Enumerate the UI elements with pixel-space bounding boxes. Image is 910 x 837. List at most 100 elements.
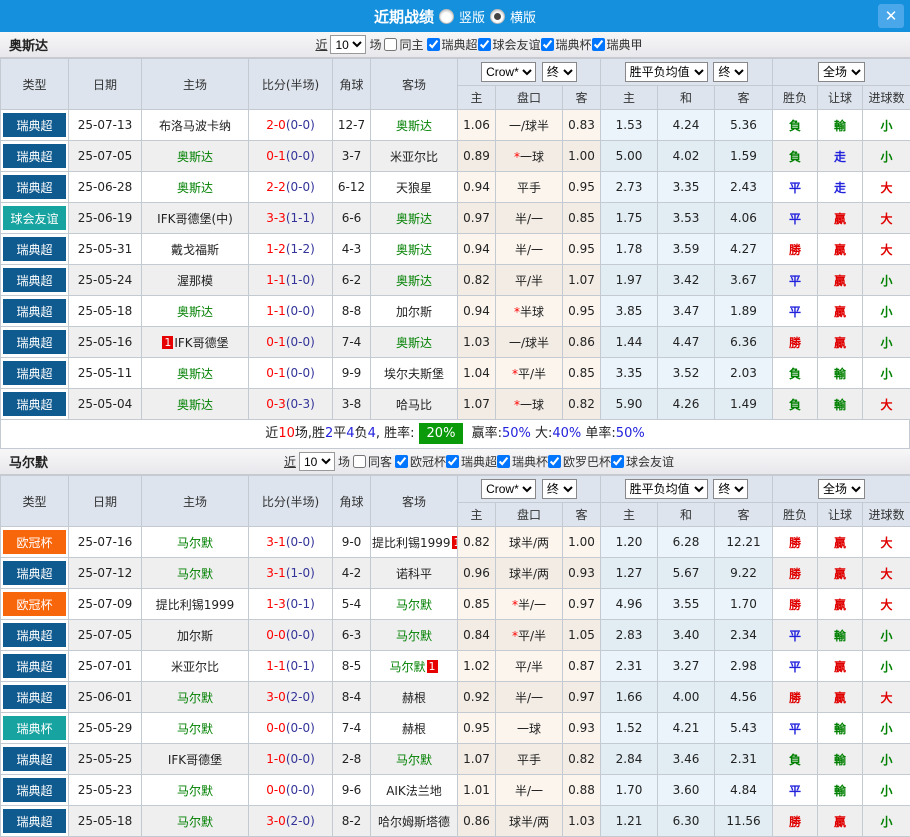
result-cell: 平 <box>773 296 818 327</box>
handicap-label: 一/球半 <box>509 119 549 133</box>
col-corner: 角球 <box>333 59 371 110</box>
mean-draw: 3.53 <box>658 203 715 234</box>
mean-source-select[interactable]: 胜平负均值 <box>625 479 708 499</box>
same-venue-checkbox[interactable] <box>353 455 366 468</box>
home-team-cell: IFK哥德堡(中) <box>142 203 249 234</box>
goals-result-label: 大 <box>881 567 893 581</box>
goals-result-cell: 小 <box>863 296 910 327</box>
halftime-score: (0-0) <box>286 304 315 318</box>
result-label: 平 <box>789 660 801 674</box>
league-checkbox[interactable] <box>592 38 605 51</box>
match-date: 25-07-13 <box>69 110 142 141</box>
odds-source-select[interactable]: Crow* <box>481 479 536 499</box>
league-checkbox[interactable] <box>446 455 459 468</box>
match-row: 瑞典超 25-07-05 奥斯达 0-1(0-0) 3-7 米亚尔比 0.89 … <box>1 141 910 172</box>
mean-time-select[interactable]: 终 <box>713 62 748 82</box>
league-checkbox[interactable] <box>427 38 440 51</box>
mean-home: 2.73 <box>601 172 658 203</box>
mean-time-select[interactable]: 终 <box>713 479 748 499</box>
same-venue-checkbox[interactable] <box>384 38 397 51</box>
layout-horizontal-radio[interactable] <box>490 9 505 24</box>
scope-select[interactable]: 全场 <box>818 62 865 82</box>
mean-away: 1.89 <box>715 296 773 327</box>
games-label: 场 <box>338 453 350 470</box>
mean-draw: 4.02 <box>658 141 715 172</box>
league-checkbox[interactable] <box>548 455 561 468</box>
corner-cell: 6-3 <box>333 620 371 651</box>
fulltime-score: 0-1 <box>266 366 286 380</box>
result-cell: 負 <box>773 110 818 141</box>
same-venue-filter[interactable]: 同客 <box>353 453 392 470</box>
goals-result-cell: 大 <box>863 527 910 558</box>
layout-horizontal-label[interactable]: 横版 <box>510 7 536 26</box>
goals-result-cell: 小 <box>863 744 910 775</box>
league-filter[interactable]: 瑞典甲 <box>592 36 643 53</box>
layout-vertical-label[interactable]: 竖版 <box>459 7 485 26</box>
match-row: 瑞典超 25-05-11 奥斯达 0-1(0-0) 9-9 埃尔夫斯堡 1.04… <box>1 358 910 389</box>
corner-cell: 6-2 <box>333 265 371 296</box>
col-type: 类型 <box>1 59 69 110</box>
mean-source-select[interactable]: 胜平负均值 <box>625 62 708 82</box>
away-team-cell: 加尔斯 <box>371 296 458 327</box>
league-type-cell: 瑞典超 <box>1 651 69 682</box>
handicap-result-label: 輸 <box>834 367 846 381</box>
league-checkbox[interactable] <box>611 455 624 468</box>
match-date: 25-05-11 <box>69 358 142 389</box>
mean-away: 2.31 <box>715 744 773 775</box>
odds-away: 0.95 <box>563 296 601 327</box>
games-count-select[interactable]: 10 <box>299 452 335 471</box>
league-checkbox[interactable] <box>497 455 510 468</box>
rank-badge: 1 <box>427 660 438 673</box>
fulltime-score: 3-1 <box>266 535 286 549</box>
mean-home: 1.27 <box>601 558 658 589</box>
sub-col-result: 胜负 <box>773 503 818 527</box>
match-rows: 瑞典超 25-07-13 布洛马波卡纳 2-0(0-0) 12-7 奥斯达 1.… <box>1 110 910 420</box>
league-filter[interactable]: 瑞典杯 <box>497 453 548 470</box>
layout-vertical-radio[interactable] <box>439 9 454 24</box>
same-venue-filter[interactable]: 同主 <box>384 36 423 53</box>
mean-away: 2.34 <box>715 620 773 651</box>
league-type-label: 瑞典超 <box>2 174 67 200</box>
near-label: 近 <box>315 36 327 53</box>
league-checkbox[interactable] <box>541 38 554 51</box>
odds-time-select[interactable]: 终 <box>542 479 577 499</box>
league-filter[interactable]: 瑞典杯 <box>541 36 592 53</box>
league-filter[interactable]: 瑞典超 <box>427 36 478 53</box>
result-cell: 平 <box>773 172 818 203</box>
home-team-name: 马尔默 <box>177 815 213 829</box>
handicap-label: 一/球半 <box>509 336 549 350</box>
odds-source-select[interactable]: Crow* <box>481 62 536 82</box>
league-filter[interactable]: 瑞典超 <box>446 453 497 470</box>
home-team-cell: 马尔默 <box>142 713 249 744</box>
handicap-cell: 一/球半 <box>496 327 563 358</box>
odds-away: 0.82 <box>563 389 601 420</box>
league-type-label: 瑞典超 <box>2 298 67 324</box>
away-team-name: 诺科平 <box>396 567 432 581</box>
halftime-score: (0-0) <box>286 149 315 163</box>
halftime-score: (0-0) <box>286 752 315 766</box>
league-filter[interactable]: 球会友谊 <box>478 36 541 53</box>
goals-result-cell: 小 <box>863 110 910 141</box>
odds-home: 0.94 <box>458 234 496 265</box>
mean-away: 3.67 <box>715 265 773 296</box>
result-label: 勝 <box>789 691 801 705</box>
halftime-score: (0-0) <box>286 335 315 349</box>
league-filter[interactable]: 球会友谊 <box>611 453 674 470</box>
result-label: 負 <box>789 398 801 412</box>
scope-select[interactable]: 全场 <box>818 479 865 499</box>
goals-result-label: 小 <box>881 336 893 350</box>
league-filter[interactable]: 欧冠杯 <box>395 453 446 470</box>
fulltime-score: 0-0 <box>266 628 286 642</box>
home-team-cell: IFK哥德堡 <box>142 744 249 775</box>
mean-away: 1.59 <box>715 141 773 172</box>
handicap-result-label: 輸 <box>834 722 846 736</box>
close-icon[interactable]: ✕ <box>878 4 904 28</box>
league-checkbox[interactable] <box>395 455 408 468</box>
title-bar: 近期战绩 竖版 横版 ✕ <box>0 0 910 32</box>
odds-time-select[interactable]: 终 <box>542 62 577 82</box>
score-cell: 1-3(0-1) <box>249 589 333 620</box>
league-filter[interactable]: 欧罗巴杯 <box>548 453 611 470</box>
league-checkbox[interactable] <box>478 38 491 51</box>
summary-part: 赢率: <box>467 426 502 441</box>
games-count-select[interactable]: 10 <box>330 35 366 54</box>
